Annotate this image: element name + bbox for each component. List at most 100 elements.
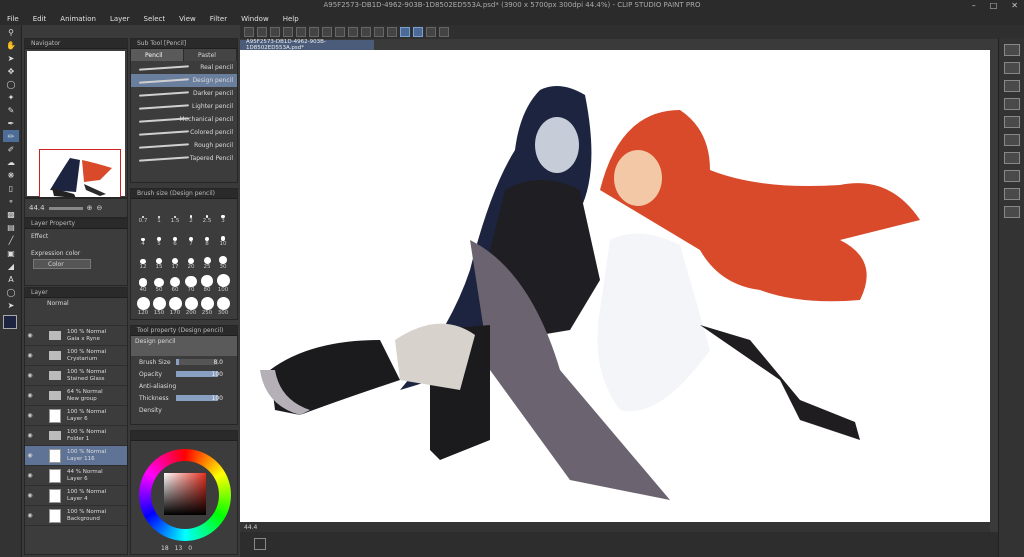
brush-size-option[interactable]: 40 [135, 272, 151, 293]
ruler-tool-icon[interactable]: ◢ [3, 260, 19, 272]
subtool-item[interactable]: Lighter pencil [131, 100, 237, 113]
brush-size-option[interactable]: 150 [151, 295, 167, 316]
brush-size-option[interactable]: 5 [151, 226, 167, 247]
brush-size-option[interactable]: 170 [167, 295, 183, 316]
export-icon[interactable] [283, 27, 293, 37]
brush-size-option[interactable]: 4 [135, 226, 151, 247]
brush-tool-icon[interactable]: ✐ [3, 143, 19, 155]
brush-size-option[interactable]: 3 [215, 203, 231, 224]
brush-size-option[interactable]: 1.5 [167, 203, 183, 224]
brush-size-option[interactable]: 10 [215, 226, 231, 247]
subtool-item[interactable]: Real pencil [131, 61, 237, 74]
brush-size-option[interactable]: 100 [215, 272, 231, 293]
tool-property-value[interactable]: 100 [212, 395, 223, 402]
operation-tool-icon[interactable]: ➤ [3, 52, 19, 64]
brush-size-option[interactable]: 20 [183, 249, 199, 270]
eye-icon[interactable]: ◉ [25, 512, 35, 519]
blend-mode-select[interactable]: Normal [25, 298, 127, 308]
brush-size-option[interactable]: 30 [215, 249, 231, 270]
dock-panel-7-icon[interactable] [1003, 152, 1020, 164]
tool-property-value[interactable]: 100 [212, 371, 223, 378]
frame-tool-icon[interactable]: ▣ [3, 247, 19, 259]
subtool-item[interactable]: Design pencil [131, 74, 237, 87]
eye-icon[interactable]: ◉ [25, 492, 35, 499]
layer-row[interactable]: ◉ 64 % Normal New group [25, 386, 127, 406]
brush-size-option[interactable]: 70 [183, 272, 199, 293]
subtool-item[interactable]: Darker pencil [131, 87, 237, 100]
menu-animation[interactable]: Animation [53, 15, 103, 23]
menu-edit[interactable]: Edit [26, 15, 54, 23]
menu-select[interactable]: Select [137, 15, 173, 23]
brush-size-option[interactable]: 1 [151, 203, 167, 224]
snap-special-ruler-icon[interactable] [413, 27, 423, 37]
correct-line-tool-icon[interactable]: ➤ [3, 299, 19, 311]
gradient-tool-icon[interactable]: ▤ [3, 221, 19, 233]
pen-tool-icon[interactable]: ✒ [3, 117, 19, 129]
brush-size-option[interactable]: 2 [183, 203, 199, 224]
zoom-tool-icon[interactable]: ⚲ [3, 26, 19, 38]
invert-selection-icon[interactable] [387, 27, 397, 37]
fill-tool-icon[interactable]: ▩ [3, 208, 19, 220]
crop-icon[interactable] [374, 27, 384, 37]
tab-pencil[interactable]: Pencil [131, 49, 184, 61]
eraser-tool-icon[interactable]: ▯ [3, 182, 19, 194]
eye-icon[interactable]: ◉ [25, 392, 35, 399]
layer-row[interactable]: ◉ 100 % Normal Stained Glass [25, 366, 127, 386]
layer-row[interactable]: ◉ 100 % Normal Background [25, 506, 127, 526]
new-file-icon[interactable] [244, 27, 254, 37]
eye-icon[interactable]: ◉ [25, 432, 35, 439]
canvas-tab[interactable]: A95F2573-DB1D-4962-903B-1D8502ED553A.psd… [240, 39, 374, 51]
navigator-view[interactable] [27, 51, 125, 197]
menu-view[interactable]: View [172, 15, 203, 23]
brush-size-option[interactable]: 80 [199, 272, 215, 293]
brush-size-option[interactable]: 7 [183, 226, 199, 247]
canvas-zoom-readout[interactable]: 44.4 [244, 524, 257, 531]
eye-icon[interactable]: ◉ [25, 352, 35, 359]
brush-size-option[interactable]: 200 [183, 295, 199, 316]
menu-help[interactable]: Help [276, 15, 306, 23]
airbrush-tool-icon[interactable]: ☁ [3, 156, 19, 168]
hue-ring[interactable] [139, 449, 231, 541]
eyedropper-tool-icon[interactable]: ✎ [3, 104, 19, 116]
transform-icon[interactable] [348, 27, 358, 37]
main-color-swatch[interactable] [3, 315, 17, 329]
zoom-out-icon[interactable]: ⊖ [96, 204, 102, 212]
eye-icon[interactable]: ◉ [25, 472, 35, 479]
fill-icon[interactable] [335, 27, 345, 37]
menu-filter[interactable]: Filter [203, 15, 234, 23]
deselect-icon[interactable] [361, 27, 371, 37]
dock-panel-3-icon[interactable] [1003, 80, 1020, 92]
open-file-icon[interactable] [257, 27, 267, 37]
pencil-tool-icon[interactable]: ✏ [3, 130, 19, 142]
undo-icon[interactable] [296, 27, 306, 37]
dock-panel-1-icon[interactable] [1003, 44, 1020, 56]
blend-tool-icon[interactable]: ⚬ [3, 195, 19, 207]
dock-panel-4-icon[interactable] [1003, 98, 1020, 110]
dock-panel-10-icon[interactable] [1003, 206, 1020, 218]
layer-row[interactable]: ◉ 44 % Normal Layer 6 [25, 466, 127, 486]
lasso-tool-icon[interactable]: ◯ [3, 78, 19, 90]
tool-property-slider[interactable] [176, 359, 218, 365]
saturation-value-square[interactable] [164, 473, 206, 515]
redo-icon[interactable] [309, 27, 319, 37]
timeline-toggle-icon[interactable] [254, 538, 266, 550]
brush-size-option[interactable]: 8 [199, 226, 215, 247]
close-button[interactable]: ✕ [1011, 1, 1018, 10]
expression-color-select[interactable]: Color [33, 259, 91, 269]
save-icon[interactable] [270, 27, 280, 37]
settings-icon[interactable] [439, 27, 449, 37]
subtool-item[interactable]: Rough pencil [131, 139, 237, 152]
figure-tool-icon[interactable]: ╱ [3, 234, 19, 246]
minimize-button[interactable]: – [972, 1, 976, 10]
subtool-item[interactable]: Colored pencil [131, 126, 237, 139]
dock-panel-8-icon[interactable] [1003, 170, 1020, 182]
brush-size-option[interactable]: 6 [167, 226, 183, 247]
decoration-tool-icon[interactable]: ❋ [3, 169, 19, 181]
brush-size-option[interactable]: 0.7 [135, 203, 151, 224]
brush-size-option[interactable]: 15 [151, 249, 167, 270]
balloon-tool-icon[interactable]: ◯ [3, 286, 19, 298]
layer-row[interactable]: ◉ 100 % Normal Layer 6 [25, 406, 127, 426]
layer-row[interactable]: ◉ 100 % Normal Layer 116 [25, 446, 127, 466]
text-tool-icon[interactable]: A [3, 273, 19, 285]
dock-panel-6-icon[interactable] [1003, 134, 1020, 146]
